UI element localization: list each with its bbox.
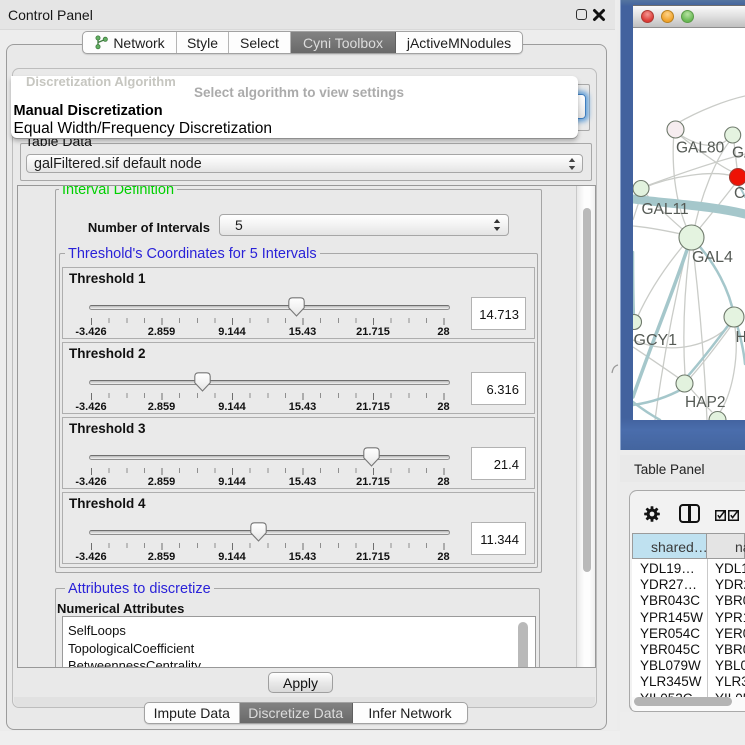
svg-text:HI: HI xyxy=(736,329,745,346)
svg-text:HAP2: HAP2 xyxy=(685,394,726,411)
svg-text:GAL11: GAL11 xyxy=(642,201,689,218)
svg-text:GCY1: GCY1 xyxy=(634,332,678,349)
svg-text:GA: GA xyxy=(732,145,745,162)
svg-text:GAL80: GAL80 xyxy=(676,140,725,157)
svg-text:GAL4: GAL4 xyxy=(692,249,733,266)
svg-text:CY: CY xyxy=(734,185,745,202)
